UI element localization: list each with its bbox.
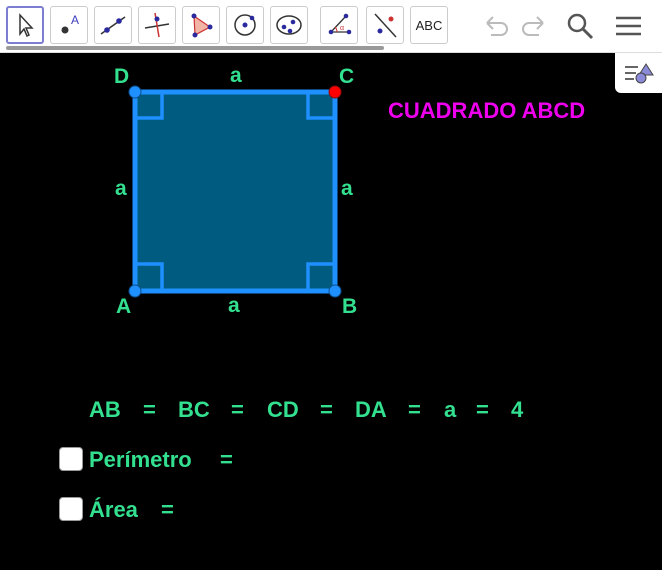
- graphics-view[interactable]: [0, 53, 662, 570]
- equation-equals: =: [143, 397, 156, 422]
- equation-equals: =: [231, 397, 244, 422]
- equation-equals: =: [476, 397, 489, 422]
- equation-equals: =: [408, 397, 421, 422]
- move-tool-button[interactable]: [6, 6, 44, 44]
- area-label: Área: [89, 497, 138, 522]
- perimeter-equals: =: [220, 447, 233, 472]
- redo-button[interactable]: [518, 10, 550, 42]
- angle-icon: α: [328, 13, 352, 35]
- menu-icon: [616, 16, 641, 36]
- perpendicular-line-icon: [144, 12, 170, 38]
- vertex-label-d: D: [114, 65, 130, 88]
- line-tool-button[interactable]: [94, 6, 132, 44]
- equation-term-ab: AB: [89, 397, 121, 422]
- point-tool-button[interactable]: A: [50, 6, 88, 44]
- redo-icon: [522, 16, 544, 36]
- undo-icon: [486, 16, 508, 36]
- equation-term-bc: BC: [178, 397, 210, 422]
- equation-equals: =: [320, 397, 333, 422]
- area-equals: =: [161, 497, 174, 522]
- menu-button[interactable]: [612, 10, 644, 42]
- ellipse-tool-button[interactable]: [270, 6, 308, 44]
- undo-button[interactable]: [480, 10, 512, 42]
- text-tool-button[interactable]: ABC: [410, 6, 448, 44]
- circle-tool-button[interactable]: [226, 6, 264, 44]
- search-icon: [567, 13, 594, 40]
- side-label-left: a: [115, 177, 127, 200]
- vertex-label-b: B: [342, 295, 358, 318]
- svg-text:A: A: [71, 13, 79, 27]
- point-d[interactable]: [128, 85, 142, 99]
- toolbar-scrollbar[interactable]: [6, 46, 384, 50]
- perimeter-label: Perímetro: [89, 447, 192, 472]
- equation-term-a: a: [444, 397, 457, 422]
- toolbar: A α ABC: [0, 0, 662, 53]
- search-button[interactable]: [564, 10, 596, 42]
- side-label-bottom: a: [228, 294, 240, 317]
- polygon-icon: [191, 13, 213, 38]
- line-icon: [100, 16, 126, 35]
- reflect-icon: [374, 13, 397, 38]
- text-tool-label: ABC: [415, 17, 443, 33]
- area-checkbox[interactable]: [59, 497, 83, 521]
- svg-text:α: α: [340, 25, 344, 32]
- side-label-top: a: [230, 64, 242, 87]
- side-label-right: a: [341, 177, 353, 200]
- vertex-label-a: A: [116, 295, 132, 318]
- circle-icon: [234, 14, 256, 36]
- angle-tool-button[interactable]: α: [320, 6, 358, 44]
- reflect-tool-button[interactable]: [366, 6, 404, 44]
- equation-value: 4: [511, 397, 524, 422]
- ellipse-icon: [276, 15, 302, 35]
- perpendicular-tool-button[interactable]: [138, 6, 176, 44]
- perimeter-checkbox[interactable]: [59, 447, 83, 471]
- figure-title: CUADRADO ABCD: [388, 98, 586, 123]
- polygon-tool-button[interactable]: [182, 6, 220, 44]
- point-b[interactable]: [328, 284, 342, 298]
- equation-term-da: DA: [355, 397, 387, 422]
- equation-term-cd: CD: [267, 397, 299, 422]
- cursor-icon: [19, 13, 34, 38]
- square-fill[interactable]: [135, 92, 335, 291]
- vertex-label-c: C: [339, 65, 355, 88]
- point-icon: A: [61, 13, 79, 34]
